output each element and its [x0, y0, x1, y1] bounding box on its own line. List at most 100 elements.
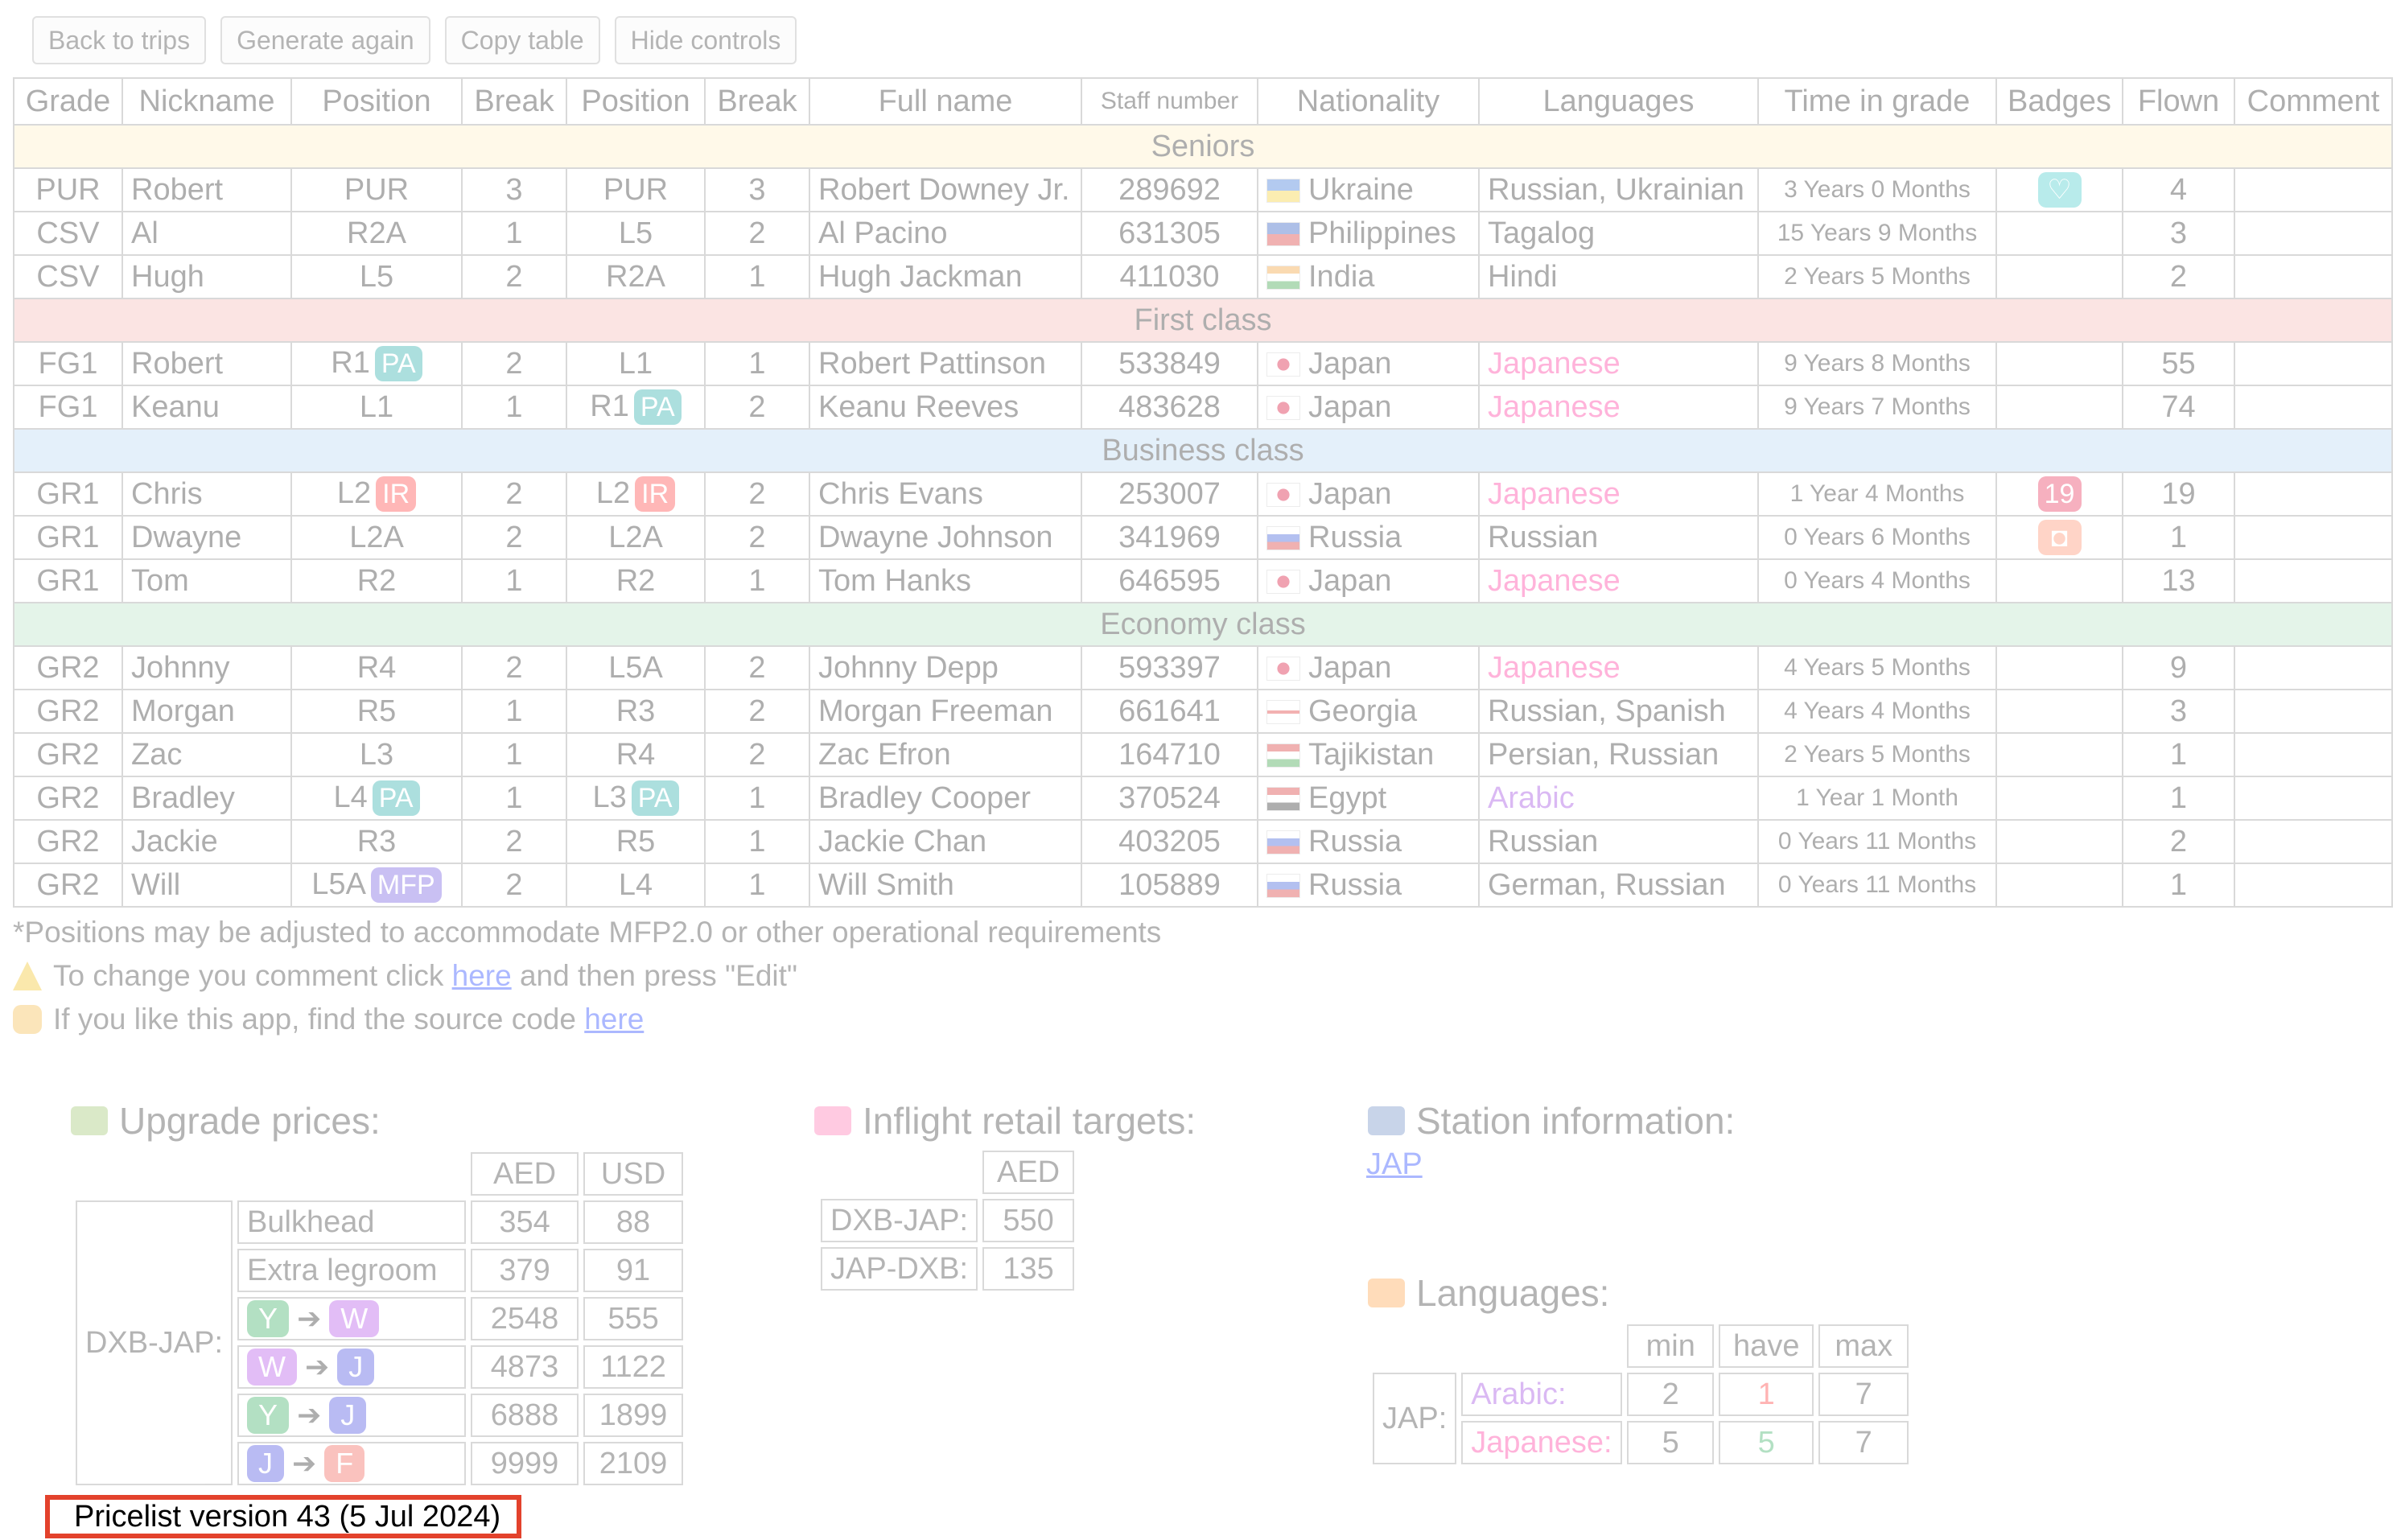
full-name-cell: Chris Evans	[809, 471, 1082, 517]
section-title: Seniors	[13, 124, 2393, 169]
flown-cell: 55	[2122, 341, 2235, 386]
source-code-link[interactable]: here	[584, 998, 644, 1041]
position-tag: PA	[633, 389, 682, 425]
full-name-cell: Morgan Freeman	[809, 689, 1082, 734]
position-cell: R2A	[290, 211, 463, 256]
position-cell: R5	[290, 689, 463, 734]
full-name-cell: Al Pacino	[809, 211, 1082, 256]
money-icon	[71, 1106, 108, 1135]
change-comment-link[interactable]: here	[452, 954, 512, 998]
grade-cell: GR2	[13, 732, 123, 777]
languages-cell: Japanese	[1478, 471, 1759, 517]
retail-row: JAP-DXB: 135	[821, 1247, 1075, 1291]
hide-controls-button[interactable]: Hide controls	[614, 16, 797, 64]
position-cell: L5A MFP	[290, 863, 463, 908]
time-in-grade-cell: 3 Years 0 Months	[1757, 167, 1997, 212]
break-cell: 2	[461, 645, 567, 690]
crew-table: Grade Nickname Position Break Position B…	[13, 77, 2393, 908]
flown-cell: 4	[2122, 167, 2235, 212]
upgrade-usd-cell: 555	[583, 1297, 684, 1340]
generate-again-button[interactable]: Generate again	[220, 16, 430, 64]
flown-cell: 1	[2122, 515, 2235, 560]
break-cell: 2	[461, 515, 567, 560]
upgrade-usd-cell: 88	[583, 1200, 684, 1244]
col-comment: Comment	[2234, 77, 2393, 126]
flag-japan-icon	[1266, 483, 1300, 508]
position-tag: PA	[372, 780, 420, 816]
retail-aed-cell: 550	[982, 1199, 1075, 1242]
camera-badge-icon: ◘	[2037, 520, 2082, 556]
position-cell: R1 PA	[290, 341, 463, 386]
flag-tajikistan-icon	[1266, 743, 1300, 768]
flown-cell: 3	[2122, 211, 2235, 256]
badges-cell	[1995, 689, 2123, 734]
class-to-pill: J	[329, 1397, 367, 1434]
language-row: JAP: Arabic: 2 1 7	[1373, 1373, 1909, 1464]
nickname-cell: Zac	[121, 732, 292, 777]
nickname-cell: Al	[121, 211, 292, 256]
nationality-cell: Russia	[1257, 819, 1480, 864]
nickname-cell: Will	[121, 863, 292, 908]
nationality-cell: Georgia	[1257, 689, 1480, 734]
retail-targets-heading: Inflight retail targets:	[814, 1099, 1196, 1143]
staff-number-cell: 646595	[1081, 558, 1258, 603]
time-in-grade-cell: 2 Years 5 Months	[1757, 254, 1997, 299]
plane-landing-icon	[1368, 1106, 1405, 1135]
flag-japan-icon	[1266, 657, 1300, 681]
flown-cell: 1	[2122, 776, 2235, 821]
full-name-cell: Robert Downey Jr.	[809, 167, 1082, 212]
comment-cell	[2234, 645, 2393, 690]
upgrade-label-cell: Bulkhead	[237, 1200, 467, 1244]
copy-table-button[interactable]: Copy table	[444, 16, 600, 64]
full-name-cell: Dwayne Johnson	[809, 515, 1082, 560]
flag-japan-icon	[1266, 352, 1300, 377]
languages-cell: Russian, Spanish	[1478, 689, 1759, 734]
section-row-business: Business class	[13, 428, 2393, 473]
position-2-cell: L5	[566, 211, 706, 256]
position-tag: IR	[635, 476, 676, 512]
languages-cell: Japanese	[1478, 385, 1759, 430]
position-cell: L1	[290, 385, 463, 430]
nickname-cell: Robert	[121, 341, 292, 386]
flown-cell: 2	[2122, 254, 2235, 299]
staff-number-cell: 593397	[1081, 645, 1258, 690]
position-tag: MFP	[370, 867, 442, 903]
position-2-cell: L2 IR	[566, 471, 706, 517]
upgrade-col-usd: USD	[583, 1152, 684, 1196]
lang-col-min: min	[1627, 1324, 1715, 1368]
positions-note: *Positions may be adjusted to accommodat…	[13, 916, 1162, 949]
badges-cell: 19	[1995, 471, 2123, 517]
flag-india-icon	[1266, 266, 1300, 290]
back-to-trips-button[interactable]: Back to trips	[32, 16, 207, 64]
upgrade-prices-table: AED USD DXB-JAP: Bulkhead 354 88 Extra legro…	[71, 1147, 688, 1490]
table-row: GR2 Jackie R3 2 R5 1 Jackie Chan 403205 Russia Ru…	[13, 819, 2393, 864]
table-row: FG1 Keanu L1 1 R1 PA 2 Keanu Reeves 483628 Japan J…	[13, 385, 2393, 430]
nickname-cell: Morgan	[121, 689, 292, 734]
position-2-cell: R1 PA	[566, 385, 706, 430]
time-in-grade-cell: 0 Years 11 Months	[1757, 863, 1997, 908]
shopping-bag-icon	[814, 1106, 851, 1135]
retail-row: DXB-JAP: 550	[821, 1199, 1075, 1242]
break-cell: 2	[461, 471, 567, 517]
staff-number-cell: 661641	[1081, 689, 1258, 734]
languages-table: min have max JAP: Arabic: 2 1 7 Japanese: 5 5 7	[1368, 1320, 1913, 1469]
grade-cell: PUR	[13, 167, 123, 212]
nationality-cell: Ukraine	[1257, 167, 1480, 212]
grade-cell: CSV	[13, 254, 123, 299]
flown-cell: 1	[2122, 863, 2235, 908]
staff-number-cell: 289692	[1081, 167, 1258, 212]
class-to-pill: F	[324, 1445, 365, 1482]
flown-cell: 2	[2122, 819, 2235, 864]
position-2-cell: L5A	[566, 645, 706, 690]
break-cell: 2	[461, 254, 567, 299]
upgrade-aed-cell: 354	[471, 1200, 579, 1244]
position-2-cell: R4	[566, 732, 706, 777]
station-jap-link[interactable]: JAP	[1366, 1147, 1423, 1182]
nationality-cell: Japan	[1257, 645, 1480, 690]
badges-cell	[1995, 211, 2123, 256]
thumbs-up-icon	[13, 1005, 42, 1034]
number-badge-icon: 19	[2037, 476, 2082, 513]
section-row-seniors: Seniors	[13, 124, 2393, 169]
nickname-cell: Johnny	[121, 645, 292, 690]
retail-col-aed: AED	[982, 1151, 1075, 1194]
